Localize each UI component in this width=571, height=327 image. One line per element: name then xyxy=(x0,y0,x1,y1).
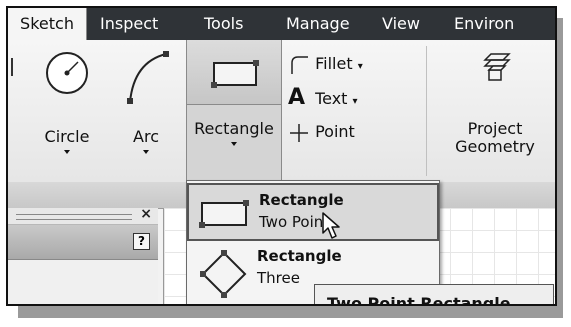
text-caret-icon[interactable]: ▾ xyxy=(353,96,358,107)
text-label: Text xyxy=(315,89,348,108)
rectangle-two-point-icon xyxy=(199,200,249,228)
tab-inspect[interactable]: Inspect xyxy=(100,8,158,40)
close-icon[interactable]: × xyxy=(140,206,152,222)
rectangle-tool-icon-area[interactable] xyxy=(187,40,281,105)
project-geometry-button[interactable]: Project Geometry xyxy=(438,52,552,156)
menu-item-title: Rectangle xyxy=(257,247,342,265)
help-icon[interactable]: ? xyxy=(133,233,150,250)
tab-tools[interactable]: Tools xyxy=(204,8,243,40)
rectangle-tool-button[interactable]: Rectangle xyxy=(186,40,282,180)
project-label: Project xyxy=(467,119,523,138)
fillet-label: Fillet xyxy=(315,54,353,73)
fillet-tool-button[interactable]: Fillet ▾ xyxy=(288,52,363,76)
ribbon-separator xyxy=(426,46,427,176)
arc-label: Arc xyxy=(133,127,159,146)
arc-icon xyxy=(127,51,169,104)
fillet-caret-icon[interactable]: ▾ xyxy=(358,61,363,72)
geometry-label: Geometry xyxy=(455,137,535,156)
menu-item-subtitle: Two Point xyxy=(259,213,330,231)
model-browser: × ? xyxy=(8,206,158,304)
rectangle-label-wrap: Rectangle xyxy=(187,120,281,146)
ribbon-tab-bar: Sketch Inspect Tools Manage View Environ xyxy=(8,8,555,40)
tab-sketch[interactable]: Sketch xyxy=(8,8,87,40)
mouse-cursor-icon xyxy=(322,212,340,239)
circle-icon xyxy=(46,52,88,94)
browser-header: × xyxy=(8,206,158,225)
rectangle-icon xyxy=(211,60,259,88)
browser-grip[interactable] xyxy=(16,214,132,220)
tab-manage[interactable]: Manage xyxy=(286,8,350,40)
browser-toolbar: ? xyxy=(8,225,158,260)
menu-item-title: Rectangle xyxy=(259,191,344,209)
circle-tool-button[interactable]: Circle xyxy=(30,48,104,154)
text-a-icon: A xyxy=(288,85,306,110)
point-icon xyxy=(290,123,308,142)
rectangle-dropdown-caret[interactable] xyxy=(231,142,237,146)
line-tool-fragment-icon xyxy=(11,58,13,76)
tab-view[interactable]: View xyxy=(382,8,420,40)
rectangle-three-point-icon xyxy=(200,250,247,298)
app-window: Sketch Inspect Tools Manage View Environ… xyxy=(6,6,557,306)
rectangle-label: Rectangle xyxy=(194,119,274,138)
tab-environments[interactable]: Environ xyxy=(454,8,514,40)
fillet-icon xyxy=(291,55,308,74)
circle-dropdown-caret[interactable] xyxy=(64,150,70,154)
text-tool-button[interactable]: A Text ▾ xyxy=(288,86,358,110)
arc-tool-button[interactable]: Arc xyxy=(120,48,172,154)
menu-item-subtitle: Three xyxy=(257,269,300,287)
tooltip: Two Point Rectangle xyxy=(314,284,554,304)
menu-item-rectangle-two-point[interactable]: Rectangle Two Point xyxy=(187,183,439,241)
point-label: Point xyxy=(315,122,355,141)
arc-dropdown-caret[interactable] xyxy=(143,150,149,154)
ribbon-panel: Circle Arc Rectangle Fillet ▾ A Text ▾ P… xyxy=(8,40,555,183)
project-geometry-icon xyxy=(483,53,511,81)
point-tool-button[interactable]: Point xyxy=(288,120,355,144)
circle-label: Circle xyxy=(44,127,90,146)
